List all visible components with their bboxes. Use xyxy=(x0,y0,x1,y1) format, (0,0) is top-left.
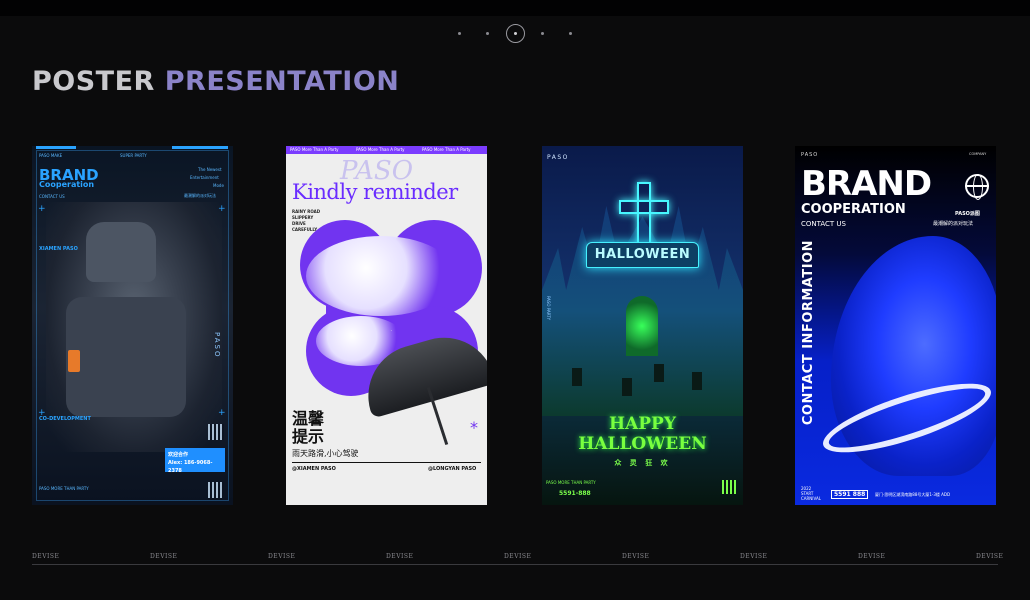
poster-cn-tag: 最潮解的派对玩法 xyxy=(184,193,216,198)
poster-paso-vertical: PASO xyxy=(213,332,221,359)
plus-icon: + xyxy=(38,408,46,418)
poster-top-left: PASO MAKE xyxy=(39,153,63,158)
poster-brand-cooperation[interactable]: PASO COMPANY BRAND COOPERATION CONTACT U… xyxy=(795,146,996,505)
poster-top-right: The Newest xyxy=(198,167,222,172)
footer-label: DEVISE xyxy=(150,553,178,560)
footer-label: DEVISE xyxy=(976,553,1004,560)
poster-cooperation: COOPERATION xyxy=(801,202,906,217)
poster-halloween-title: HALLOWEEN xyxy=(578,434,707,454)
year-line: CARNIVAL xyxy=(801,496,821,501)
accent-bar xyxy=(172,146,228,149)
footer-label: DEVISE xyxy=(740,553,768,560)
strip-text: PASO More Than A Party xyxy=(290,147,339,152)
footer-label: DEVISE xyxy=(32,553,60,560)
pager-dot[interactable] xyxy=(569,32,572,35)
poster-cooperation: Cooperation xyxy=(39,180,95,189)
poster-right-line: Entertainment xyxy=(190,175,219,180)
pager-dot[interactable] xyxy=(541,32,544,35)
poster-footer: PASO MORE THAN PARTY xyxy=(546,480,596,485)
poster-kindly-reminder[interactable]: PASO More Than A Party PASO More Than A … xyxy=(286,146,487,505)
footer-label: DEVISE xyxy=(622,553,650,560)
footer-labels: DEVISE DEVISE DEVISE DEVISE DEVISE DEVIS… xyxy=(32,553,1004,563)
title-word-poster: POSTER xyxy=(32,66,155,97)
poster-paso-logo: PASO xyxy=(801,152,819,158)
cn-title-line: 提示 xyxy=(292,427,325,446)
globe-icon xyxy=(965,174,989,200)
contact-line: 欢迎合作 xyxy=(168,452,189,458)
cn-title-line: 温馨 xyxy=(292,409,325,428)
page-title: POSTER PRESENTATION xyxy=(32,66,399,97)
poster-cn-sub: 最潮解的派对玩法 xyxy=(933,221,974,227)
qr-code-icon xyxy=(208,482,224,498)
poster-cn-title: 温馨 提示 xyxy=(292,410,324,446)
grave-cross-icon xyxy=(572,368,582,386)
grave-cross-icon xyxy=(692,372,702,390)
poster-brand: BRAND xyxy=(801,164,932,204)
halloween-sign-text: HALLOWEEN xyxy=(594,247,691,262)
top-bar xyxy=(0,0,1030,16)
poster-paso-logo: PASO xyxy=(547,154,569,161)
poster-address: 厦门·思明区湖滨南路88号大厦1-3楼 ADD xyxy=(875,492,951,497)
strip-text: PASO More Than A Party xyxy=(356,147,405,152)
footer-label: DEVISE xyxy=(504,553,532,560)
poster-year-block: 2022 START CARNIVAL xyxy=(801,486,821,501)
qr-code-icon xyxy=(208,424,224,440)
grave-cross-icon xyxy=(622,378,632,396)
asterisk-icon: * xyxy=(470,418,478,437)
title-word-presentation: PRESENTATION xyxy=(164,66,400,97)
poster-side-text: PASO PARTY xyxy=(546,296,551,321)
accent-bar xyxy=(36,146,76,149)
divider xyxy=(292,462,481,463)
poster-contact-us: CONTACT US xyxy=(39,194,65,199)
strip-text: PASO More Than A Party xyxy=(422,147,471,152)
poster-vertical-title: CONTACT INFORMATION xyxy=(801,240,816,426)
poster-top-strip: PASO More Than A Party PASO More Than A … xyxy=(286,146,487,154)
carousel-pager xyxy=(450,24,580,44)
poster-phone: 5591 888 xyxy=(831,490,869,499)
contact-line: Alex: 186-9068-2378 xyxy=(168,460,213,474)
poster-halloween[interactable]: PASO HALLOWEEN PASO PARTY HAPPY HALLOWEE… xyxy=(542,146,743,505)
poster-paso-cn: PASO派图 xyxy=(955,211,980,217)
poster-location: XIAMEN PASO xyxy=(39,246,78,252)
footer-divider xyxy=(32,564,998,565)
poster-cn-sub: 雨天路滑,小心驾驶 xyxy=(292,449,359,458)
pager-dot[interactable] xyxy=(458,32,461,35)
orange-accent xyxy=(68,350,80,372)
cloud-image xyxy=(306,236,456,316)
poster-right-line: Mode xyxy=(213,183,224,188)
footer-label: DEVISE xyxy=(268,553,296,560)
poster-contact-box: 欢迎合作 Alex: 186-9068-2378 xyxy=(165,448,225,474)
footer-label: DEVISE xyxy=(858,553,886,560)
plus-icon: + xyxy=(218,408,226,418)
mecha-robot-image xyxy=(46,202,222,452)
pager-dot-active[interactable] xyxy=(506,24,525,43)
halloween-sign: HALLOWEEN xyxy=(586,242,699,268)
poster-headline: Kindly reminder xyxy=(292,180,458,204)
poster-top-right: COMPANY xyxy=(969,152,987,156)
poster-phone: 5591-888 xyxy=(559,490,591,497)
poster-happy: HAPPY xyxy=(609,414,676,434)
poster-mecha-brand[interactable]: PASO MAKE SUPER PARTY The Newest Enterta… xyxy=(32,146,233,505)
poster-right-contact: @LONGYAN PASO xyxy=(428,466,477,472)
poster-footer: PASO MORE THAN PARTY xyxy=(39,486,89,491)
grave-cross-icon xyxy=(654,364,664,382)
poster-cn: 众 灵 狂 欢 xyxy=(614,459,671,467)
plus-icon: + xyxy=(38,204,46,214)
qr-code-icon xyxy=(722,480,736,494)
poster-top-mid: SUPER PARTY xyxy=(120,153,147,158)
poster-codev: CO-DEVELOPMENT xyxy=(39,416,91,422)
poster-contact-us: CONTACT US xyxy=(801,220,846,228)
footer-label: DEVISE xyxy=(386,553,414,560)
poster-left-contact: @XIAMEN PASO xyxy=(292,466,336,472)
pager-dot[interactable] xyxy=(486,32,489,35)
glowing-door xyxy=(626,296,658,356)
